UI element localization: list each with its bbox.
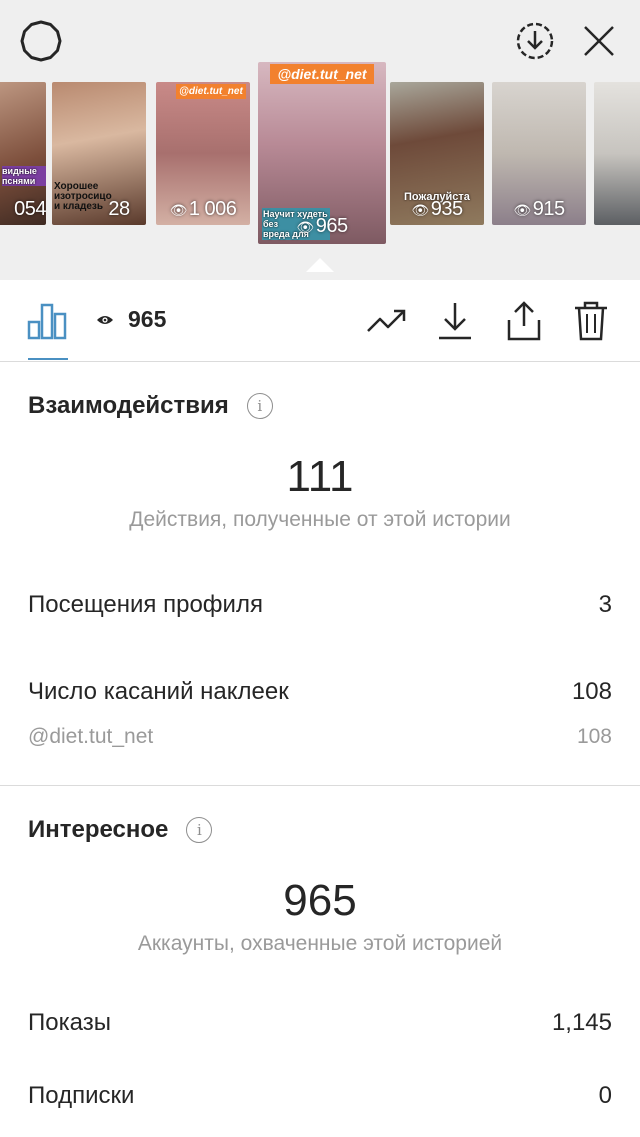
story-caption: видные пснями [2, 166, 46, 186]
settings-button[interactable] [18, 18, 64, 64]
stat-label: Посещения профиля [28, 591, 263, 618]
eye-icon: 👁 [513, 202, 531, 218]
discovery-total-label: Аккаунты, охваченные этой историей [137, 932, 503, 955]
insights-bar-chart-icon [27, 303, 67, 340]
story-views: 👁 935 [411, 198, 463, 220]
stories-strip: видные пснями 054 Хорошее изотросицо и к… [0, 62, 640, 252]
stat-row-sticker-taps: Число касаний наклеек 108 [28, 678, 612, 706]
stat-value: 0 [598, 1082, 612, 1109]
active-tab-indicator [28, 358, 68, 360]
eye-icon: 👁 [169, 202, 188, 218]
interactions-title: Взаимодействия [28, 392, 229, 419]
stat-label: Показы [28, 1009, 111, 1036]
insights-toolbar: 965 [0, 280, 640, 362]
stat-label: Число касаний наклеек [28, 678, 289, 705]
stat-label: Подписки [28, 1082, 135, 1109]
story-thumbnail[interactable]: @diet.tut_net 👁 1 006 [156, 82, 250, 225]
story-views: 👁 1 006 [169, 198, 237, 220]
discovery-total: 965 [283, 876, 357, 925]
story-views: 👁 915 [513, 198, 565, 220]
story-thumbnail[interactable]: Пожалуйста 👁 935 [390, 82, 484, 225]
share-icon [507, 301, 541, 341]
stat-value: 108 [576, 725, 612, 748]
close-button[interactable] [576, 18, 622, 64]
settings-ring-icon [20, 20, 62, 62]
story-tag: @diet.tut_net [270, 64, 374, 84]
discovery-title: Интересное [28, 816, 169, 843]
eye-icon: 👁 [296, 219, 314, 235]
stat-row-profile-visits: Посещения профиля 3 [28, 591, 612, 619]
story-tag: @diet.tut_net [176, 84, 246, 99]
trash-icon [575, 301, 607, 341]
info-icon[interactable]: i [186, 817, 213, 843]
story-views: 054 [14, 198, 46, 220]
story-thumbnail-selected[interactable]: @diet.tut_net Научит худеть без вреда дл… [258, 62, 386, 244]
section-divider [0, 785, 640, 786]
stat-value: 3 [598, 591, 612, 618]
save-story-button[interactable] [512, 18, 558, 64]
eye-icon [97, 315, 113, 324]
interactions-total: 111 [286, 452, 354, 501]
story-views: 👁 965 [296, 215, 348, 237]
delete-button[interactable] [570, 300, 612, 342]
stat-row-sticker-mention: @diet.tut_net 108 [28, 725, 612, 749]
info-icon[interactable]: i [246, 393, 273, 419]
download-icon [439, 303, 471, 340]
stat-value: 1,145 [551, 1009, 612, 1036]
story-thumbnail[interactable]: Хорошее изотросицо и кладезь 28 [52, 82, 146, 225]
view-count-value: 965 [128, 306, 167, 332]
stories-carousel-area: видные пснями 054 Хорошее изотросицо и к… [0, 0, 640, 280]
promote-button[interactable] [366, 300, 408, 342]
download-circle-icon [516, 22, 554, 60]
interactions-total-label: Действия, полученные от этой истории [129, 508, 511, 531]
close-icon [584, 26, 614, 56]
story-views: 28 [108, 198, 130, 220]
story-views: 👁8 [594, 198, 640, 221]
story-thumbnail[interactable]: видные пснями 054 [0, 82, 46, 225]
share-button[interactable] [503, 300, 545, 342]
story-thumbnail[interactable]: 👁 915 [492, 82, 586, 225]
save-button[interactable] [434, 300, 476, 342]
stat-row-follows: Подписки 0 [28, 1082, 612, 1110]
interactions-section-title: Взаимодействия i [28, 392, 273, 420]
stat-label: @diet.tut_net [28, 725, 154, 748]
selected-story-pointer [306, 258, 334, 272]
eye-icon: 👁 [411, 202, 429, 218]
viewers-button[interactable]: 965 [96, 306, 166, 333]
insights-tab-button[interactable] [26, 300, 68, 342]
stat-row-impressions: Показы 1,145 [28, 1009, 612, 1037]
stat-value: 108 [571, 678, 612, 705]
trend-icon [367, 309, 406, 332]
story-thumbnail[interactable]: 👁8 [594, 82, 640, 225]
discovery-section-title: Интересное i [28, 816, 213, 844]
